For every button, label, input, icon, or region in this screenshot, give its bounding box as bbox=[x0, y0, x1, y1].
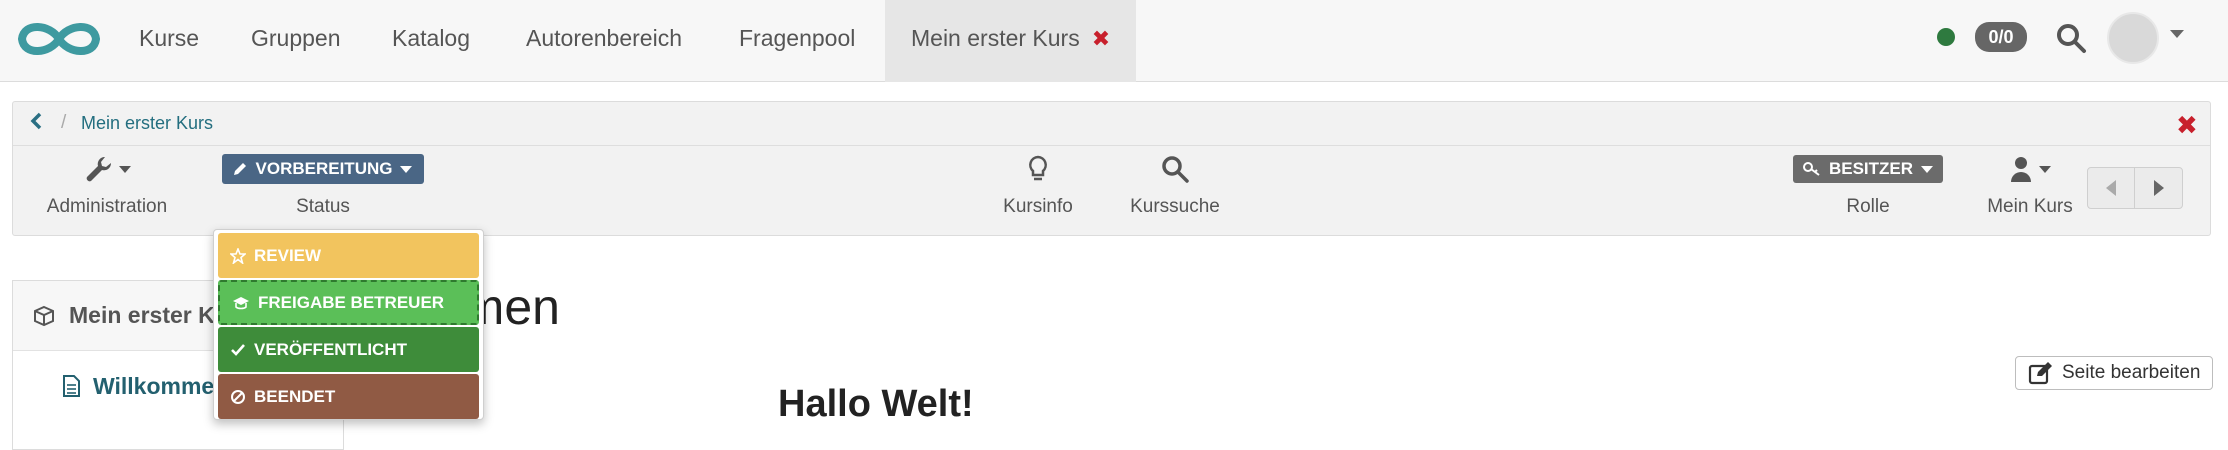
breadcrumb: / Mein erster Kurs ✖ bbox=[13, 102, 2210, 146]
course-menu-node-label: Willkomme bbox=[93, 372, 215, 399]
course-node-pager bbox=[2087, 167, 2183, 209]
mein-kurs-tool[interactable]: Mein Kurs bbox=[1975, 152, 2085, 218]
status-label: Status bbox=[296, 196, 350, 217]
status-dropdown-menu: REVIEW FREIGABE BETREUER VERÖFFENTLICHT … bbox=[213, 229, 484, 420]
nav-autorenbereich[interactable]: Autorenbereich bbox=[526, 0, 682, 82]
openolat-logo-icon[interactable] bbox=[14, 14, 104, 64]
kurssuche-tool[interactable]: Kurssuche bbox=[1115, 152, 1235, 218]
chevron-down-icon bbox=[2039, 165, 2051, 173]
course-toolbar: / Mein erster Kurs ✖ Administration VORB… bbox=[12, 101, 2211, 236]
role-dropdown-button[interactable]: BESITZER bbox=[1792, 155, 1944, 183]
top-navigation: Kurse Gruppen Katalog Autorenbereich Fra… bbox=[0, 0, 2228, 82]
cube-icon bbox=[34, 305, 54, 326]
status-option-label: VERÖFFENTLICHT bbox=[254, 339, 407, 359]
notifications-badge[interactable]: 0/0 bbox=[1975, 22, 2027, 52]
status-option-label: REVIEW bbox=[254, 245, 322, 265]
breadcrumb-course-link[interactable]: Mein erster Kurs bbox=[81, 113, 213, 134]
status-option-beendet[interactable]: BEENDET bbox=[218, 374, 479, 419]
search-icon[interactable] bbox=[2055, 22, 2087, 54]
status-option-label: BEENDET bbox=[254, 386, 336, 406]
lightbulb-icon bbox=[1029, 155, 1047, 181]
online-status-indicator bbox=[1937, 28, 1955, 46]
close-course-icon[interactable]: ✖ bbox=[2176, 110, 2198, 141]
previous-node-button[interactable] bbox=[2088, 168, 2136, 208]
nav-gruppen[interactable]: Gruppen bbox=[251, 0, 341, 82]
chevron-down-icon[interactable] bbox=[2170, 30, 2184, 38]
administration-tool[interactable]: Administration bbox=[27, 152, 187, 218]
document-icon bbox=[63, 375, 80, 397]
role-tool: BESITZER Rolle bbox=[1783, 152, 1953, 218]
status-tool: VORBEREITUNG Status bbox=[213, 152, 433, 218]
chevron-down-icon bbox=[1921, 165, 1934, 173]
edit-icon bbox=[2028, 362, 2052, 385]
status-option-freigabe-betreuer[interactable]: FREIGABE BETREUER bbox=[218, 280, 479, 325]
status-option-veroeffentlicht[interactable]: VERÖFFENTLICHT bbox=[218, 327, 479, 372]
status-value: VORBEREITUNG bbox=[255, 159, 393, 178]
user-icon bbox=[2011, 157, 2031, 182]
nav-kurse[interactable]: Kurse bbox=[139, 0, 199, 82]
next-node-button[interactable] bbox=[2135, 168, 2182, 208]
status-option-review[interactable]: REVIEW bbox=[218, 233, 479, 278]
nav-tab-label: Mein erster Kurs bbox=[911, 25, 1080, 51]
nav-tab-mein-erster-kurs[interactable]: Mein erster Kurs ✖ bbox=[885, 0, 1137, 82]
mein-kurs-label: Mein Kurs bbox=[1987, 196, 2073, 217]
nav-katalog[interactable]: Katalog bbox=[392, 0, 470, 82]
search-icon bbox=[1162, 156, 1189, 183]
chevron-down-icon bbox=[400, 165, 413, 173]
edit-page-label: Seite bearbeiten bbox=[2062, 362, 2201, 383]
nav-fragenpool[interactable]: Fragenpool bbox=[739, 0, 855, 82]
edit-page-button[interactable]: Seite bearbeiten bbox=[2015, 356, 2214, 390]
close-tab-icon[interactable]: ✖ bbox=[1092, 26, 1110, 51]
kursinfo-tool[interactable]: Kursinfo bbox=[988, 152, 1088, 218]
administration-label: Administration bbox=[46, 196, 168, 217]
kursinfo-label: Kursinfo bbox=[1003, 196, 1073, 217]
role-label: Rolle bbox=[1846, 196, 1890, 217]
pencil-icon bbox=[233, 163, 246, 175]
ban-icon bbox=[231, 389, 245, 404]
triangle-right-icon bbox=[2153, 180, 2164, 196]
triangle-left-icon bbox=[2106, 180, 2116, 196]
chevron-down-icon bbox=[119, 165, 131, 173]
chevron-left-icon[interactable] bbox=[29, 112, 43, 136]
content-heading: Hallo Welt! bbox=[778, 383, 974, 425]
key-icon bbox=[1802, 162, 1820, 176]
breadcrumb-separator: / bbox=[61, 112, 67, 133]
user-avatar[interactable] bbox=[2107, 12, 2159, 64]
status-dropdown-button[interactable]: VORBEREITUNG bbox=[221, 154, 425, 184]
graduation-cap-icon bbox=[233, 296, 249, 309]
role-value: BESITZER bbox=[1828, 159, 1914, 178]
star-icon bbox=[230, 247, 246, 264]
course-menu-root-label: Mein erster Ku bbox=[69, 302, 229, 328]
check-icon bbox=[231, 343, 245, 356]
wrench-icon bbox=[86, 156, 112, 182]
status-option-label: FREIGABE BETREUER bbox=[258, 292, 445, 312]
kurssuche-label: Kurssuche bbox=[1130, 196, 1220, 217]
